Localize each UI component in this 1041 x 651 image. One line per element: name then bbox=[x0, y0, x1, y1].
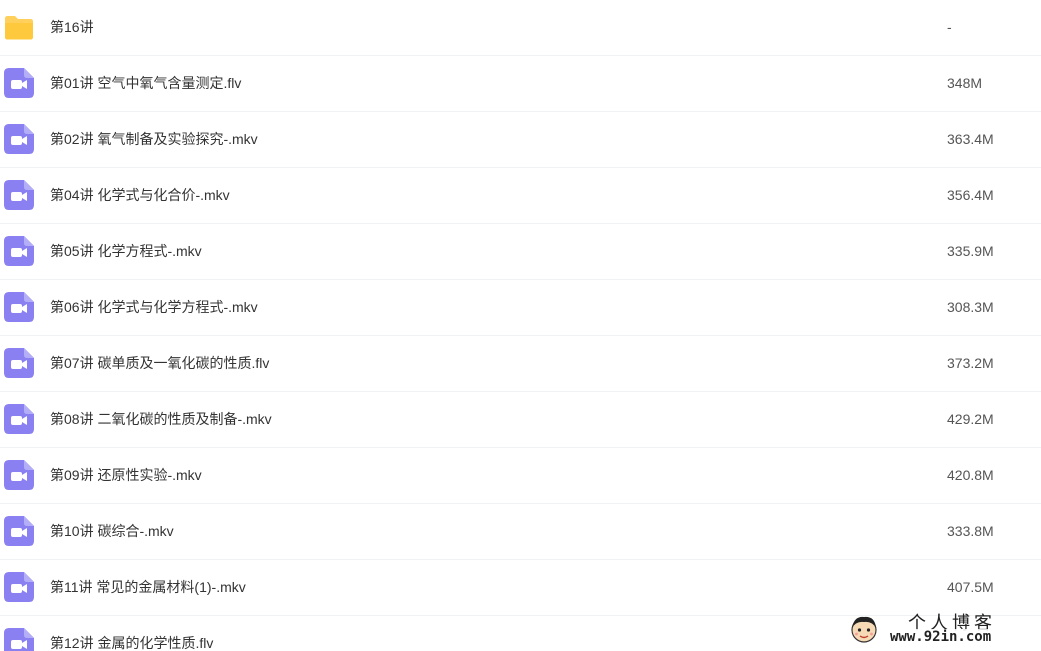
file-name: 第16讲 bbox=[50, 19, 94, 35]
file-row[interactable]: 第01讲 空气中氧气含量测定.flv 348M bbox=[0, 56, 1041, 112]
file-size: 363.4M bbox=[947, 131, 994, 147]
file-size: 356.4M bbox=[947, 187, 994, 203]
video-file-icon bbox=[4, 572, 34, 602]
file-size: 420.8M bbox=[947, 467, 994, 483]
video-file-icon bbox=[4, 68, 34, 98]
file-row[interactable]: 第09讲 还原性实验-.mkv 420.8M bbox=[0, 448, 1041, 504]
video-file-icon bbox=[4, 628, 34, 651]
file-list: 第16讲 - 第01讲 空气中氧气含量测定.flv 348M 第02讲 氧气制备… bbox=[0, 0, 1041, 651]
file-name: 第01讲 空气中氧气含量测定.flv bbox=[50, 75, 242, 91]
file-size: 407.5M bbox=[947, 579, 994, 595]
watermark: 个人博客 www.92in.com bbox=[848, 609, 1038, 651]
file-row[interactable]: 第06讲 化学式与化学方程式-.mkv 308.3M bbox=[0, 280, 1041, 336]
cartoon-face-logo bbox=[848, 613, 880, 645]
file-name: 第02讲 氧气制备及实验探究-.mkv bbox=[50, 131, 258, 147]
file-name: 第09讲 还原性实验-.mkv bbox=[50, 467, 202, 483]
video-file-icon bbox=[4, 236, 34, 266]
file-row[interactable]: 第02讲 氧气制备及实验探究-.mkv 363.4M bbox=[0, 112, 1041, 168]
file-name: 第04讲 化学式与化合价-.mkv bbox=[50, 187, 230, 203]
folder-icon bbox=[4, 12, 34, 42]
file-name: 第08讲 二氧化碳的性质及制备-.mkv bbox=[50, 411, 272, 427]
watermark-url: www.92in.com bbox=[890, 629, 992, 645]
file-name: 第06讲 化学式与化学方程式-.mkv bbox=[50, 299, 258, 315]
video-file-icon bbox=[4, 404, 34, 434]
file-size: 333.8M bbox=[947, 523, 994, 539]
file-size: 335.9M bbox=[947, 243, 994, 259]
video-file-icon bbox=[4, 180, 34, 210]
file-name: 第12讲 金属的化学性质.flv bbox=[50, 635, 214, 651]
file-row[interactable]: 第10讲 碳综合-.mkv 333.8M bbox=[0, 504, 1041, 560]
file-name: 第10讲 碳综合-.mkv bbox=[50, 523, 174, 539]
video-file-icon bbox=[4, 292, 34, 322]
video-file-icon bbox=[4, 348, 34, 378]
file-row[interactable]: 第04讲 化学式与化合价-.mkv 356.4M bbox=[0, 168, 1041, 224]
file-row[interactable]: 第07讲 碳单质及一氧化碳的性质.flv 373.2M bbox=[0, 336, 1041, 392]
video-file-icon bbox=[4, 124, 34, 154]
file-row[interactable]: 第11讲 常见的金属材料(1)-.mkv 407.5M bbox=[0, 560, 1041, 616]
file-name: 第07讲 碳单质及一氧化碳的性质.flv bbox=[50, 355, 270, 371]
file-name: 第05讲 化学方程式-.mkv bbox=[50, 243, 202, 259]
file-row[interactable]: 第05讲 化学方程式-.mkv 335.9M bbox=[0, 224, 1041, 280]
file-size: 308.3M bbox=[947, 299, 994, 315]
file-size: 348M bbox=[947, 75, 983, 91]
folder-row[interactable]: 第16讲 - bbox=[0, 0, 1041, 56]
file-name: 第11讲 常见的金属材料(1)-.mkv bbox=[50, 579, 246, 595]
file-row[interactable]: 第08讲 二氧化碳的性质及制备-.mkv 429.2M bbox=[0, 392, 1041, 448]
file-size: - bbox=[947, 19, 952, 35]
video-file-icon bbox=[4, 460, 34, 490]
file-size: 429.2M bbox=[947, 411, 994, 427]
video-file-icon bbox=[4, 516, 34, 546]
file-size: 373.2M bbox=[947, 355, 994, 371]
